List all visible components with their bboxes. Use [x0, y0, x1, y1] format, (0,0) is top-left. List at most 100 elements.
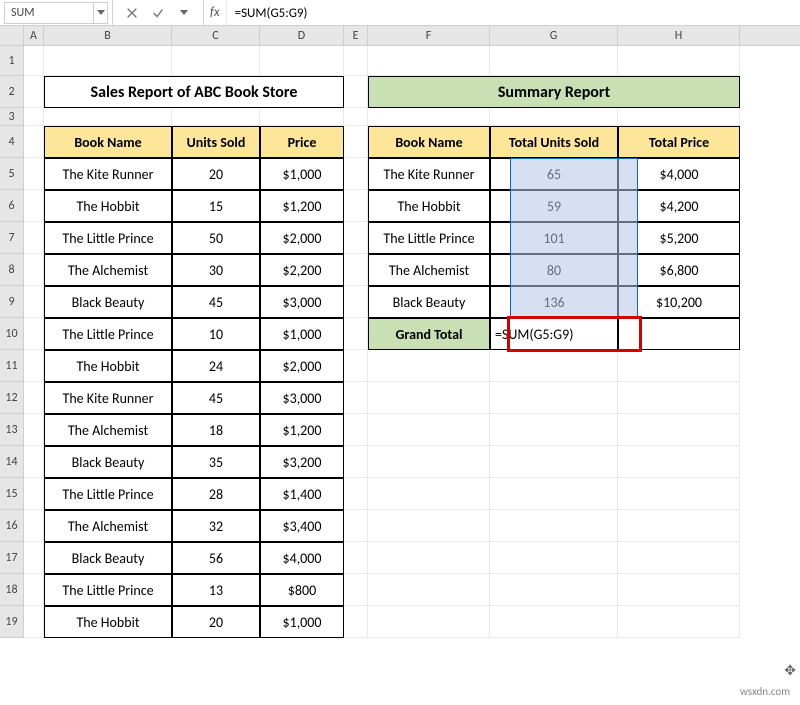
- enter-formula-button[interactable]: [145, 0, 171, 26]
- right-cell[interactable]: $6,800: [618, 254, 740, 286]
- cell[interactable]: [344, 350, 368, 382]
- right-cell[interactable]: $4,000: [618, 158, 740, 190]
- cell[interactable]: [618, 446, 740, 478]
- cell[interactable]: [368, 574, 490, 606]
- cell[interactable]: [618, 606, 740, 638]
- left-cell[interactable]: 45: [172, 382, 260, 414]
- row-header[interactable]: 8: [0, 254, 23, 286]
- left-cell[interactable]: 15: [172, 190, 260, 222]
- left-cell[interactable]: 56: [172, 542, 260, 574]
- cell[interactable]: [24, 606, 44, 638]
- name-box-dropdown[interactable]: [94, 2, 108, 24]
- row-header[interactable]: 18: [0, 574, 23, 606]
- cell[interactable]: [44, 108, 172, 126]
- grand-total-price[interactable]: [618, 318, 740, 350]
- left-cell[interactable]: 28: [172, 478, 260, 510]
- left-cell[interactable]: The Alchemist: [44, 254, 172, 286]
- left-cell[interactable]: $3,400: [260, 510, 344, 542]
- right-cell[interactable]: $5,200: [618, 222, 740, 254]
- cell[interactable]: [24, 318, 44, 350]
- cell[interactable]: [368, 108, 490, 126]
- left-cell[interactable]: $3,200: [260, 446, 344, 478]
- cell[interactable]: [24, 108, 44, 126]
- left-cell[interactable]: 35: [172, 446, 260, 478]
- left-cell[interactable]: $800: [260, 574, 344, 606]
- cell[interactable]: [344, 542, 368, 574]
- cell[interactable]: [24, 126, 44, 158]
- left-cell[interactable]: $2,000: [260, 222, 344, 254]
- cell[interactable]: [618, 510, 740, 542]
- cell[interactable]: [24, 542, 44, 574]
- right-cell[interactable]: 65: [490, 158, 618, 190]
- right-cell[interactable]: $4,200: [618, 190, 740, 222]
- row-header[interactable]: 11: [0, 350, 23, 382]
- row-header[interactable]: 15: [0, 478, 23, 510]
- cell[interactable]: [490, 606, 618, 638]
- right-header[interactable]: Total Price: [618, 126, 740, 158]
- left-cell[interactable]: The Little Prince: [44, 318, 172, 350]
- left-cell[interactable]: The Kite Runner: [44, 158, 172, 190]
- left-cell[interactable]: Black Beauty: [44, 286, 172, 318]
- left-cell[interactable]: $2,000: [260, 350, 344, 382]
- right-header[interactable]: Book Name: [368, 126, 490, 158]
- left-cell[interactable]: 18: [172, 414, 260, 446]
- cell[interactable]: [368, 510, 490, 542]
- left-cell[interactable]: 20: [172, 158, 260, 190]
- cell[interactable]: [368, 446, 490, 478]
- cell[interactable]: [490, 414, 618, 446]
- cell[interactable]: [344, 46, 368, 76]
- formula-input[interactable]: =SUM(G5:G9): [227, 0, 800, 26]
- cell[interactable]: [344, 254, 368, 286]
- cell[interactable]: [344, 414, 368, 446]
- row-header[interactable]: 19: [0, 606, 23, 638]
- row-header[interactable]: 10: [0, 318, 23, 350]
- cell[interactable]: [344, 478, 368, 510]
- cell[interactable]: [24, 446, 44, 478]
- row-header[interactable]: 9: [0, 286, 23, 318]
- row-header[interactable]: 5: [0, 158, 23, 190]
- cell[interactable]: [24, 510, 44, 542]
- fx-label[interactable]: fx: [204, 0, 227, 25]
- left-cell[interactable]: The Alchemist: [44, 414, 172, 446]
- row-header[interactable]: 16: [0, 510, 23, 542]
- left-cell[interactable]: $1,200: [260, 190, 344, 222]
- cell[interactable]: [344, 158, 368, 190]
- left-header[interactable]: Price: [260, 126, 344, 158]
- row-header[interactable]: 6: [0, 190, 23, 222]
- cell[interactable]: [618, 382, 740, 414]
- cell[interactable]: [24, 190, 44, 222]
- cell[interactable]: [344, 318, 368, 350]
- cell[interactable]: [24, 382, 44, 414]
- summary-title[interactable]: Summary Report: [368, 76, 740, 108]
- name-box[interactable]: SUM: [4, 2, 94, 24]
- left-cell[interactable]: $3,000: [260, 382, 344, 414]
- row-header[interactable]: 1: [0, 46, 23, 76]
- left-cell[interactable]: 30: [172, 254, 260, 286]
- cell[interactable]: [344, 446, 368, 478]
- col-header-G[interactable]: G: [490, 26, 618, 45]
- left-cell[interactable]: Black Beauty: [44, 446, 172, 478]
- left-cell[interactable]: Black Beauty: [44, 542, 172, 574]
- cell[interactable]: [344, 108, 368, 126]
- row-header[interactable]: 13: [0, 414, 23, 446]
- cell[interactable]: [368, 46, 490, 76]
- left-cell[interactable]: 45: [172, 286, 260, 318]
- left-cell[interactable]: The Little Prince: [44, 222, 172, 254]
- right-cell[interactable]: 101: [490, 222, 618, 254]
- row-header[interactable]: 17: [0, 542, 23, 574]
- cell[interactable]: [344, 510, 368, 542]
- cell[interactable]: [344, 126, 368, 158]
- cell[interactable]: [368, 478, 490, 510]
- right-cell[interactable]: The Kite Runner: [368, 158, 490, 190]
- col-header-F[interactable]: F: [368, 26, 490, 45]
- right-cell[interactable]: 136: [490, 286, 618, 318]
- cell[interactable]: [490, 510, 618, 542]
- cell[interactable]: [490, 108, 618, 126]
- left-cell[interactable]: $3,000: [260, 286, 344, 318]
- left-cell[interactable]: 50: [172, 222, 260, 254]
- grid[interactable]: Sales Report of ABC Book Store Summary R…: [24, 46, 740, 638]
- col-header-H[interactable]: H: [618, 26, 740, 45]
- cell[interactable]: [24, 46, 44, 76]
- grand-total-label[interactable]: Grand Total: [368, 318, 490, 350]
- cell[interactable]: [344, 286, 368, 318]
